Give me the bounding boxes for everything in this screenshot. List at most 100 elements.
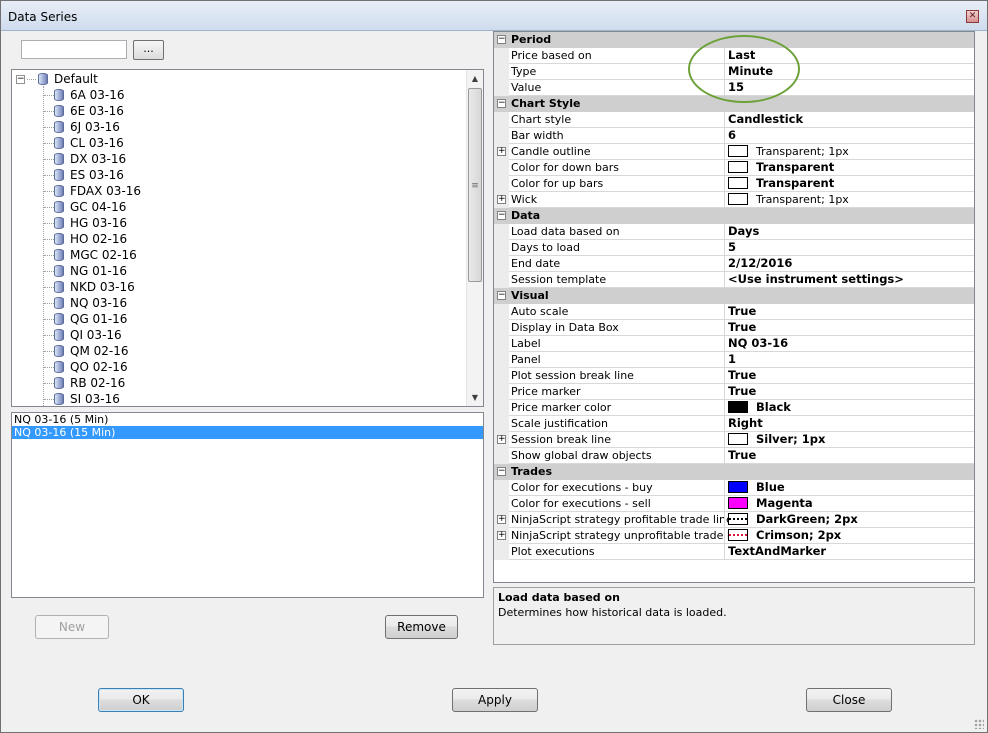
property-row[interactable]: + NinjaScript strategy unprofitable trade… [494, 528, 974, 544]
series-list-item[interactable]: NQ 03-16 (5 Min) [12, 413, 483, 426]
tree-item[interactable]: HG 03-16 [54, 215, 127, 231]
property-value[interactable]: Candlestick [724, 112, 974, 128]
property-value[interactable]: Black [724, 400, 974, 416]
tree-item[interactable]: 6J 03-16 [54, 119, 120, 135]
tree-item[interactable]: NG 01-16 [54, 263, 127, 279]
tree-item[interactable]: QO 02-16 [54, 359, 128, 375]
property-value[interactable]: True [724, 368, 974, 384]
instrument-tree[interactable]: − Default 6A 03-16 6E 03-16 6J 03-16 CL 03-… [11, 69, 484, 407]
property-value[interactable]: Silver; 1px [724, 432, 974, 448]
property-value[interactable]: 1 [724, 352, 974, 368]
expand-icon[interactable]: + [497, 147, 506, 156]
scroll-thumb[interactable]: ≡ [468, 88, 482, 282]
property-row[interactable]: + Session break line Silver; 1px [494, 432, 974, 448]
tree-item[interactable]: NKD 03-16 [54, 279, 135, 295]
property-row[interactable]: End date 2/12/2016 [494, 256, 974, 272]
collapse-icon[interactable]: − [16, 74, 25, 84]
remove-button[interactable]: Remove [385, 615, 458, 639]
tree-item[interactable]: DX 03-16 [54, 151, 126, 167]
property-value[interactable]: 5 [724, 240, 974, 256]
property-row[interactable]: Bar width 6 [494, 128, 974, 144]
property-row[interactable]: Chart style Candlestick [494, 112, 974, 128]
property-row[interactable]: + Candle outline Transparent; 1px [494, 144, 974, 160]
property-value[interactable]: DarkGreen; 2px [724, 512, 974, 528]
collapse-icon[interactable]: − [497, 99, 506, 108]
property-row[interactable]: Color for executions - sell Magenta [494, 496, 974, 512]
property-row[interactable]: Panel 1 [494, 352, 974, 368]
tree-root[interactable]: − Default [16, 71, 98, 87]
property-value[interactable]: Magenta [724, 496, 974, 512]
tree-item[interactable]: MGC 02-16 [54, 247, 137, 263]
property-value[interactable]: Transparent; 1px [724, 192, 974, 208]
property-value[interactable]: Days [724, 224, 974, 240]
tree-item[interactable]: GC 04-16 [54, 199, 126, 215]
tree-item[interactable]: NQ 03-16 [54, 295, 127, 311]
property-value[interactable]: True [724, 384, 974, 400]
property-row[interactable]: + Wick Transparent; 1px [494, 192, 974, 208]
category-data[interactable]: − Data [494, 208, 974, 224]
tree-item[interactable]: QI 03-16 [54, 327, 122, 343]
collapse-icon[interactable]: − [497, 467, 506, 476]
property-value[interactable]: True [724, 304, 974, 320]
apply-button[interactable]: Apply [452, 688, 538, 712]
tree-item[interactable]: CL 03-16 [54, 135, 124, 151]
property-row[interactable]: Days to load 5 [494, 240, 974, 256]
tree-item[interactable]: HO 02-16 [54, 231, 127, 247]
property-value[interactable]: True [724, 320, 974, 336]
tree-item[interactable]: ES 03-16 [54, 167, 124, 183]
collapse-icon[interactable]: − [497, 35, 506, 44]
tree-item[interactable]: QG 01-16 [54, 311, 127, 327]
property-grid[interactable]: − Period Price based on Last Type Minute Value… [493, 31, 975, 583]
tree-scrollbar[interactable]: ▲ ≡ ▼ [466, 70, 483, 406]
scroll-up-icon[interactable]: ▲ [467, 70, 483, 87]
property-value[interactable]: Blue [724, 480, 974, 496]
property-row[interactable]: Plot executions TextAndMarker [494, 544, 974, 560]
expand-icon[interactable]: + [497, 195, 506, 204]
instrument-search-input[interactable] [21, 40, 127, 59]
property-row[interactable]: Scale justification Right [494, 416, 974, 432]
property-row[interactable]: Load data based on Days [494, 224, 974, 240]
property-value[interactable]: Transparent; 1px [724, 144, 974, 160]
property-row[interactable]: Label NQ 03-16 [494, 336, 974, 352]
expand-icon[interactable]: + [497, 515, 506, 524]
property-value[interactable]: 6 [724, 128, 974, 144]
property-value[interactable]: True [724, 448, 974, 464]
property-row[interactable]: Plot session break line True [494, 368, 974, 384]
property-row[interactable]: Price marker True [494, 384, 974, 400]
property-row[interactable]: Session template <Use instrument settings… [494, 272, 974, 288]
property-value[interactable]: Crimson; 2px [724, 528, 974, 544]
series-list-item[interactable]: NQ 03-16 (15 Min) [12, 426, 483, 439]
property-value[interactable]: Transparent [724, 160, 974, 176]
property-row[interactable]: Display in Data Box True [494, 320, 974, 336]
property-value[interactable]: NQ 03-16 [724, 336, 974, 352]
property-row[interactable]: Color for down bars Transparent [494, 160, 974, 176]
close-icon[interactable]: ✕ [966, 10, 979, 23]
tree-item[interactable]: RB 02-16 [54, 375, 125, 391]
property-row[interactable]: Color for up bars Transparent [494, 176, 974, 192]
category-visual[interactable]: − Visual [494, 288, 974, 304]
tree-item[interactable]: QM 02-16 [54, 343, 128, 359]
ok-button[interactable]: OK [98, 688, 184, 712]
property-value[interactable]: TextAndMarker [724, 544, 974, 560]
close-button[interactable]: Close [806, 688, 892, 712]
expand-icon[interactable]: + [497, 435, 506, 444]
property-value[interactable]: 2/12/2016 [724, 256, 974, 272]
expand-icon[interactable]: + [497, 531, 506, 540]
tree-item[interactable]: 6A 03-16 [54, 87, 125, 103]
property-row[interactable]: + NinjaScript strategy profitable trade l… [494, 512, 974, 528]
category-trades[interactable]: − Trades [494, 464, 974, 480]
property-row[interactable]: Price marker color Black [494, 400, 974, 416]
property-row[interactable]: Auto scale True [494, 304, 974, 320]
series-list[interactable]: NQ 03-16 (5 Min) NQ 03-16 (15 Min) [11, 412, 484, 598]
new-button[interactable]: New [35, 615, 109, 639]
collapse-icon[interactable]: − [497, 211, 506, 220]
resize-grip-icon[interactable] [974, 719, 984, 729]
collapse-icon[interactable]: − [497, 291, 506, 300]
property-row[interactable]: Show global draw objects True [494, 448, 974, 464]
property-row[interactable]: Color for executions - buy Blue [494, 480, 974, 496]
tree-item[interactable]: FDAX 03-16 [54, 183, 141, 199]
property-value[interactable]: Transparent [724, 176, 974, 192]
tree-item[interactable]: 6E 03-16 [54, 103, 124, 119]
property-value[interactable]: Right [724, 416, 974, 432]
browse-button[interactable]: ... [133, 40, 164, 60]
